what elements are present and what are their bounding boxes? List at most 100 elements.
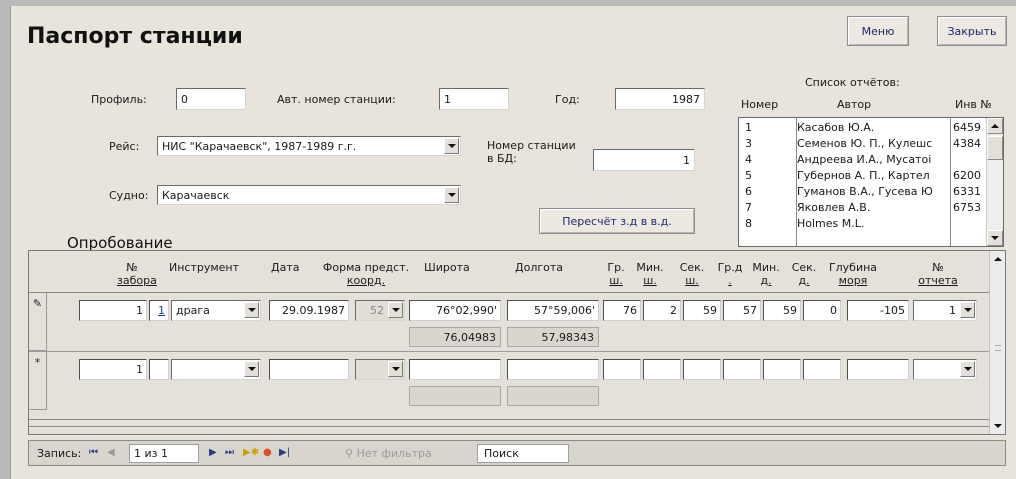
cruise-value: НИС "Карачаевск", 1987-1989 г.г. bbox=[162, 140, 357, 153]
longitude-decimal bbox=[507, 386, 599, 406]
record-selector[interactable]: ✎ bbox=[29, 293, 47, 351]
list-item[interactable]: 4 Андреева И.А., Мусатоі bbox=[739, 152, 986, 168]
recalc-button[interactable]: Пересчёт з.д в в.д. bbox=[539, 208, 695, 234]
sample-link-cell[interactable] bbox=[149, 359, 169, 380]
instrument-select[interactable]: драга bbox=[171, 300, 261, 321]
chevron-down-icon[interactable] bbox=[444, 187, 459, 203]
record-position-input[interactable]: 1 из 1 bbox=[129, 444, 199, 463]
sample-no-cell[interactable]: 1 bbox=[79, 300, 147, 321]
header-text: ш. bbox=[643, 274, 657, 287]
record-label: Запись: bbox=[37, 447, 82, 460]
report-inv: 6753 bbox=[953, 201, 981, 214]
list-divider bbox=[796, 118, 797, 246]
latitude-cell[interactable]: 76°02,990' bbox=[409, 300, 501, 321]
chevron-down-icon[interactable] bbox=[388, 302, 403, 318]
scroll-up-icon[interactable] bbox=[987, 118, 1003, 134]
coord-form-select[interactable]: 52 bbox=[355, 300, 405, 321]
hscroll-track[interactable] bbox=[29, 426, 989, 427]
lon-min-cell[interactable] bbox=[763, 359, 801, 380]
first-record-icon[interactable]: ⏮ bbox=[89, 447, 98, 458]
coord-form-select[interactable] bbox=[355, 359, 405, 380]
longitude-cell[interactable] bbox=[507, 359, 599, 380]
list-item[interactable]: 6 Гуманов В.А., Гусева Ю 6331 bbox=[739, 184, 986, 200]
scroll-down-icon[interactable] bbox=[987, 230, 1003, 246]
header-text: д. bbox=[760, 274, 772, 287]
lat-deg-cell[interactable]: 76 bbox=[603, 300, 641, 321]
header-text: № bbox=[126, 261, 138, 274]
header-coord-form: Форма предст. коорд. bbox=[305, 261, 427, 287]
list-item[interactable]: 5 Губернов А. П., Картел 6200 bbox=[739, 168, 986, 184]
instrument-select[interactable] bbox=[171, 359, 261, 380]
report-list[interactable]: 1 Касабов Ю.А. 6459 3 Семенов Ю. П., Кул… bbox=[738, 117, 1004, 247]
date-cell[interactable]: 29.09.1987 bbox=[269, 300, 349, 321]
depth-cell[interactable] bbox=[847, 359, 909, 380]
new-record-icon[interactable]: ▶✱ bbox=[243, 447, 259, 458]
report-inv: 4384 bbox=[953, 137, 981, 150]
header-text: Мин. bbox=[636, 261, 664, 274]
last-new-icon[interactable]: ▶| bbox=[279, 447, 290, 458]
report-no-select[interactable]: 1 bbox=[913, 300, 977, 321]
longitude-cell[interactable]: 57°59,006' bbox=[507, 300, 599, 321]
header-lon-sec: Сек. д. bbox=[789, 261, 819, 287]
lon-min-cell[interactable]: 59 bbox=[763, 300, 801, 321]
auto-station-label: Авт. номер станции: bbox=[277, 93, 396, 106]
lon-sec-cell[interactable] bbox=[803, 359, 841, 380]
lon-deg-cell[interactable]: 57 bbox=[723, 300, 761, 321]
date-cell[interactable] bbox=[269, 359, 349, 380]
chevron-down-icon[interactable] bbox=[388, 361, 403, 377]
lat-sec-cell[interactable] bbox=[683, 359, 721, 380]
db-station-input[interactable]: 1 bbox=[593, 149, 695, 171]
chevron-down-icon[interactable] bbox=[244, 302, 259, 318]
list-item[interactable]: 1 Касабов Ю.А. 6459 bbox=[739, 120, 986, 136]
chevron-down-icon[interactable] bbox=[960, 302, 975, 318]
filter-label: Нет фильтра bbox=[356, 447, 432, 460]
depth-cell[interactable]: -105 bbox=[847, 300, 909, 321]
lat-min-cell[interactable] bbox=[643, 359, 681, 380]
report-list-scrollbar[interactable] bbox=[986, 118, 1003, 246]
chevron-down-icon[interactable] bbox=[244, 361, 259, 377]
delete-record-icon[interactable]: ● bbox=[263, 447, 272, 458]
scroll-down-icon[interactable] bbox=[990, 418, 1005, 434]
chevron-down-icon[interactable] bbox=[960, 361, 975, 377]
new-record-selector[interactable]: * bbox=[29, 352, 47, 410]
auto-station-input[interactable]: 1 bbox=[439, 88, 509, 110]
header-instrument: Инструмент bbox=[169, 261, 240, 274]
header-date: Дата bbox=[271, 261, 300, 274]
filter-status[interactable]: ⚲ Нет фильтра bbox=[345, 447, 432, 460]
menu-button[interactable]: Меню bbox=[847, 16, 909, 46]
next-record-icon[interactable]: ▶ bbox=[209, 447, 217, 458]
lat-min-cell[interactable]: 2 bbox=[643, 300, 681, 321]
scroll-thumb[interactable] bbox=[987, 136, 1003, 160]
prev-record-icon[interactable]: ◀ bbox=[107, 447, 115, 458]
list-item[interactable]: 3 Семенов Ю. П., Кулешс 4384 bbox=[739, 136, 986, 152]
scroll-grip-icon bbox=[995, 345, 1001, 351]
header-lon-deg: Гр.д . bbox=[715, 261, 745, 287]
lat-sec-cell[interactable]: 59 bbox=[683, 300, 721, 321]
report-number: 8 bbox=[745, 217, 752, 230]
report-no-select[interactable] bbox=[913, 359, 977, 380]
report-inv: 6331 bbox=[953, 185, 981, 198]
sample-no-cell[interactable]: 1 bbox=[79, 359, 147, 380]
lat-deg-cell[interactable] bbox=[603, 359, 641, 380]
subform-scrollbar[interactable] bbox=[989, 251, 1005, 434]
header-text: Форма предст. bbox=[322, 261, 410, 274]
edit-pencil-icon: ✎ bbox=[32, 297, 43, 310]
header-text: Сек. bbox=[679, 261, 705, 274]
latitude-cell[interactable] bbox=[409, 359, 501, 380]
cruise-select[interactable]: НИС "Карачаевск", 1987-1989 г.г. bbox=[157, 136, 461, 156]
list-item[interactable]: 7 Яковлев А.В. 6753 bbox=[739, 200, 986, 216]
close-button[interactable]: Закрыть bbox=[937, 16, 1007, 46]
profile-input[interactable]: 0 bbox=[176, 88, 246, 110]
list-item[interactable]: 8 Holmes M.L. bbox=[739, 216, 986, 232]
lon-sec-cell[interactable]: 0 bbox=[803, 300, 841, 321]
vessel-select[interactable]: Карачаевск bbox=[157, 185, 461, 205]
sample-link-cell[interactable]: 1 bbox=[149, 300, 169, 321]
lon-deg-cell[interactable] bbox=[723, 359, 761, 380]
year-input[interactable]: 1987 bbox=[615, 88, 705, 110]
last-record-icon[interactable]: ⏭ bbox=[225, 447, 234, 458]
search-input[interactable]: Поиск bbox=[477, 444, 569, 463]
report-list-title: Список отчётов: bbox=[805, 76, 900, 89]
scroll-up-icon[interactable] bbox=[990, 251, 1005, 267]
report-author: Семенов Ю. П., Кулешс bbox=[797, 137, 933, 150]
chevron-down-icon[interactable] bbox=[444, 138, 459, 154]
